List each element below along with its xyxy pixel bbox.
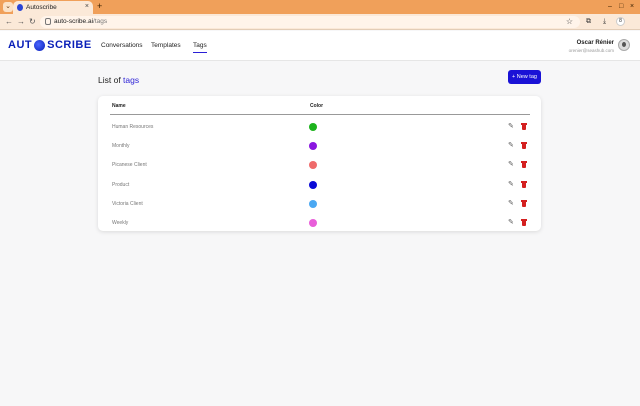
minimize-button[interactable]: – (608, 1, 612, 12)
tag-color-swatch (309, 181, 317, 189)
delete-icon[interactable] (521, 219, 527, 226)
tag-color-swatch (309, 219, 317, 227)
table-row: Victoria Client ✎ (98, 196, 541, 215)
delete-icon[interactable] (521, 142, 527, 149)
edit-icon[interactable]: ✎ (508, 122, 514, 131)
window-close-button[interactable]: × (630, 1, 634, 12)
browser-profile-avatar[interactable]: 8 (616, 17, 625, 26)
new-tag-button[interactable]: + New tag (508, 70, 541, 84)
tag-name: Human Resources (112, 124, 154, 130)
tag-name: Product (112, 182, 130, 188)
nav-tags[interactable]: Tags (193, 41, 207, 53)
nav-templates[interactable]: Templates (151, 41, 181, 50)
tag-name: Victoria Client (112, 201, 143, 207)
table-row: Picanese Client ✎ (98, 157, 541, 176)
tab-close-icon[interactable]: × (85, 2, 89, 12)
url-text: auto-scribe.ai/tags (54, 18, 108, 25)
tag-name: Picanese Client (112, 162, 147, 168)
download-icon[interactable]: ⤓ (603, 16, 606, 27)
column-header-color: Color (310, 103, 324, 109)
tag-color-swatch (309, 161, 317, 169)
edit-icon[interactable]: ✎ (508, 141, 514, 150)
app-header: AUT SCRIBE Conversations Templates Tags … (0, 31, 640, 61)
address-bar[interactable]: auto-scribe.ai/tags ☆ (40, 16, 580, 28)
logo-mark-icon (34, 39, 46, 51)
column-header-name: Name (112, 103, 126, 109)
delete-icon[interactable] (521, 161, 527, 168)
user-email: orenier@seashub.com (568, 48, 614, 53)
browser-toolbar: ← → ↻ auto-scribe.ai/tags ☆ ⧉ ⤓ 8 (0, 14, 640, 30)
bookmark-star-icon[interactable]: ☆ (566, 16, 573, 27)
user-avatar[interactable] (618, 39, 630, 51)
delete-icon[interactable] (521, 123, 527, 130)
user-name: Oscar Rénier (576, 40, 614, 46)
tab-title: Autoscribe (26, 4, 57, 11)
new-tab-button[interactable]: + (97, 1, 102, 12)
favicon-icon (17, 4, 23, 11)
edit-icon[interactable]: ✎ (508, 160, 514, 169)
page-title: List of tags (98, 75, 140, 85)
tag-name: Monthly (112, 143, 130, 149)
site-info-icon[interactable] (45, 18, 51, 25)
header-divider (110, 114, 530, 115)
browser-tab-strip: ⌄ Autoscribe × + – □ × (0, 0, 640, 14)
tag-color-swatch (309, 123, 317, 131)
edit-icon[interactable]: ✎ (508, 180, 514, 189)
edit-icon[interactable]: ✎ (508, 199, 514, 208)
reload-button[interactable]: ↻ (29, 16, 36, 27)
tag-color-swatch (309, 142, 317, 150)
browser-tab[interactable]: Autoscribe × (13, 1, 93, 14)
table-row: Weekly ✎ (98, 215, 541, 234)
autoscribe-logo[interactable]: AUT SCRIBE (8, 38, 92, 52)
tag-name: Weekly (112, 220, 129, 226)
back-button[interactable]: ← (5, 16, 13, 27)
nav-conversations[interactable]: Conversations (101, 41, 143, 50)
extensions-icon[interactable]: ⧉ (586, 16, 591, 27)
maximize-button[interactable]: □ (619, 1, 623, 12)
table-row: Product ✎ (98, 177, 541, 196)
tags-table-card: Name Color Human Resources ✎ Monthly ✎ P… (98, 96, 541, 231)
table-row: Monthly ✎ (98, 138, 541, 157)
tab-search-icon[interactable]: ⌄ (3, 2, 13, 12)
edit-icon[interactable]: ✎ (508, 218, 514, 227)
delete-icon[interactable] (521, 200, 527, 207)
delete-icon[interactable] (521, 181, 527, 188)
forward-button[interactable]: → (17, 16, 25, 27)
tag-color-swatch (309, 200, 317, 208)
table-row: Human Resources ✎ (98, 119, 541, 138)
